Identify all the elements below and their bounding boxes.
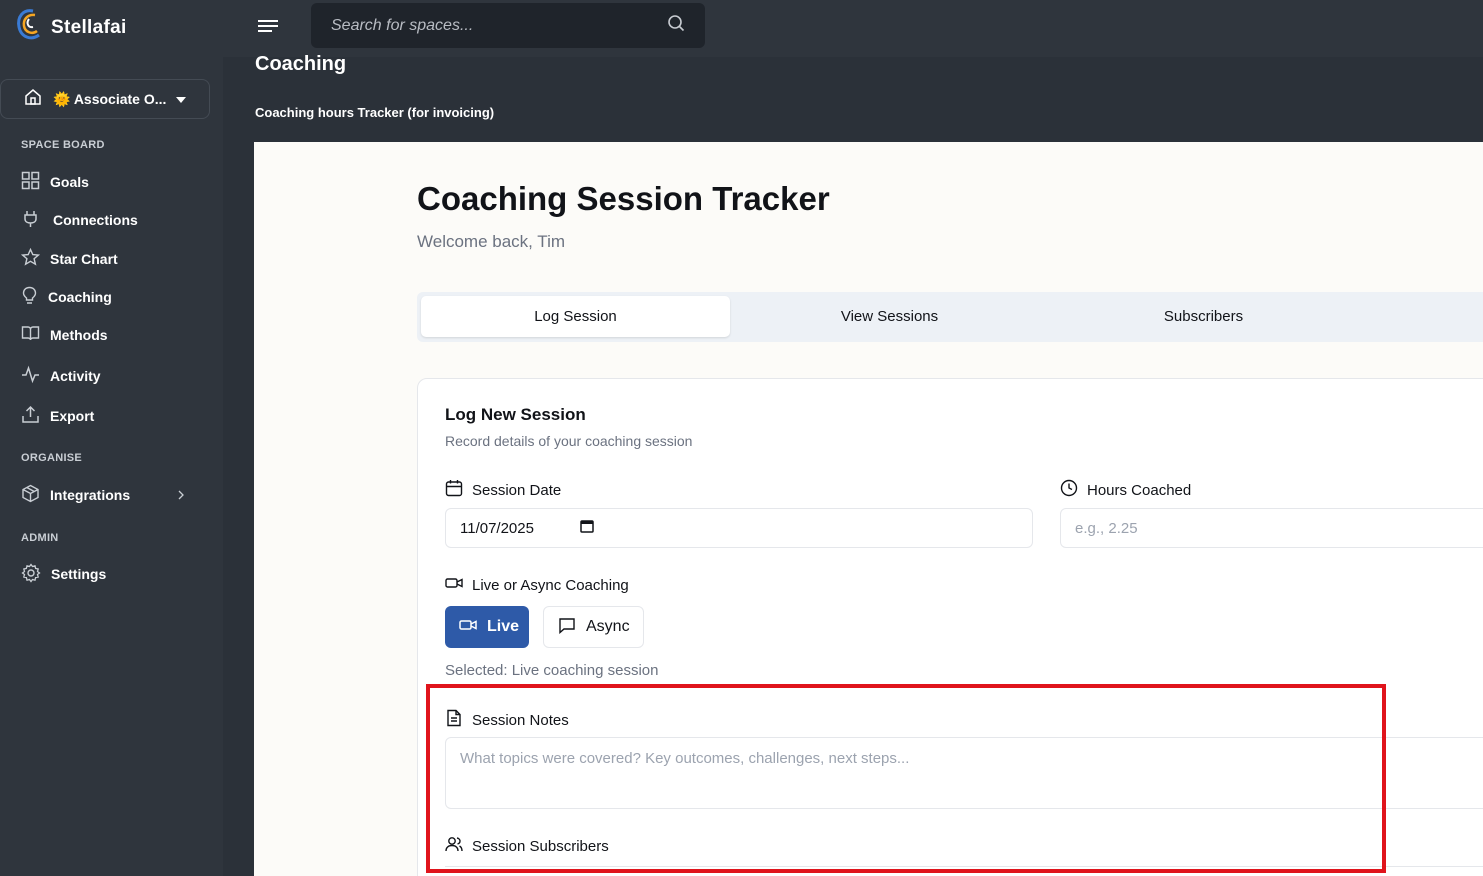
calendar-picker-icon[interactable]	[580, 519, 594, 537]
caret-down-icon	[176, 90, 187, 108]
sidebar-item-activity[interactable]: Activity	[21, 364, 201, 388]
clock-icon	[1060, 479, 1078, 501]
home-icon	[23, 87, 43, 112]
chevron-right-icon	[178, 487, 184, 503]
sidebar-item-label: Connections	[53, 212, 138, 228]
gear-icon	[21, 562, 41, 586]
section-label-organise: ORGANISE	[21, 452, 83, 464]
session-subscribers-label-text: Session Subscribers	[472, 837, 609, 855]
subscribers-divider	[445, 866, 1483, 867]
plug-icon	[21, 209, 40, 231]
session-date-value: 11/07/2025	[460, 519, 534, 537]
selected-mode-text: Selected: Live coaching session	[445, 662, 659, 679]
app-logo[interactable]: Stellafai	[15, 5, 127, 50]
sidebar-item-connections[interactable]: Connections	[21, 208, 201, 232]
session-date-label: Session Date	[445, 479, 561, 501]
activity-icon	[21, 365, 40, 387]
section-label-admin: ADMIN	[21, 532, 59, 544]
hours-coached-label-text: Hours Coached	[1087, 481, 1192, 499]
log-session-card: Log New Session Record details of your c…	[417, 378, 1483, 876]
page-header: Coaching Coaching hours Tracker (for inv…	[223, 53, 1483, 142]
search-bar	[311, 3, 705, 48]
live-button-label: Live	[487, 618, 520, 635]
message-icon	[558, 616, 576, 639]
sidebar-item-label: Star Chart	[50, 251, 118, 267]
tab-view-sessions[interactable]: View Sessions	[735, 296, 1044, 337]
star-icon	[20, 247, 41, 270]
welcome-message: Welcome back, Tim	[417, 232, 566, 251]
space-name: Associate O...	[73, 90, 167, 107]
tab-log-session[interactable]: Log Session	[421, 296, 730, 337]
video-icon	[445, 574, 463, 596]
live-button[interactable]: Live	[445, 606, 529, 648]
mode-label: Live or Async Coaching	[445, 574, 629, 596]
grid-icon	[21, 171, 40, 193]
session-date-label-text: Session Date	[472, 481, 562, 499]
sidebar-item-settings[interactable]: Settings	[21, 562, 201, 586]
hours-coached-label: Hours Coached	[1060, 479, 1191, 501]
lightbulb-icon	[21, 286, 38, 308]
session-notes-textarea[interactable]: What topics were covered? Key outcomes, …	[445, 737, 1483, 809]
async-button-label: Async	[586, 618, 630, 635]
mode-label-text: Live or Async Coaching	[472, 576, 629, 594]
space-selector[interactable]: 🌞 Associate O...	[0, 79, 210, 119]
video-icon	[459, 616, 477, 639]
sidebar-item-star-chart[interactable]: Star Chart	[20, 247, 201, 271]
section-label-space-board: SPACE BOARD	[21, 139, 105, 151]
calendar-icon	[445, 479, 463, 501]
sidebar-item-integrations[interactable]: Integrations	[21, 483, 201, 507]
sidebar-item-label: Coaching	[48, 289, 112, 305]
page-subtitle: Coaching hours Tracker (for invoicing)	[255, 105, 495, 120]
tracker-title: Coaching Session Tracker	[417, 180, 830, 217]
session-notes-label-text: Session Notes	[472, 711, 569, 729]
sidebar-item-label: Export	[50, 408, 95, 424]
sun-emoji: 🌞	[53, 90, 71, 107]
search-icon[interactable]	[667, 14, 685, 37]
search-input[interactable]	[331, 16, 667, 35]
box-icon	[21, 484, 40, 506]
sidebar-item-label: Methods	[50, 327, 108, 343]
sidebar-item-coaching[interactable]: Coaching	[21, 285, 201, 309]
stellafai-logo-icon	[15, 5, 45, 50]
app-name: Stellafai	[51, 16, 127, 38]
menu-toggle-icon[interactable]	[256, 17, 280, 35]
sidebar-item-label: Settings	[51, 566, 107, 582]
upload-icon	[21, 405, 40, 427]
sidebar-item-label: Integrations	[50, 487, 131, 503]
tracker-panel: Coaching Session Tracker Welcome back, T…	[254, 142, 1483, 876]
sidebar-item-goals[interactable]: Goals	[21, 170, 201, 194]
users-icon	[445, 835, 463, 857]
hours-coached-input[interactable]: e.g., 2.25	[1060, 508, 1483, 548]
space-selector-label: 🌞 Associate O...	[53, 91, 166, 108]
session-subscribers-label: Session Subscribers	[445, 835, 609, 857]
sidebar-item-label: Activity	[50, 368, 101, 384]
book-icon	[21, 324, 40, 346]
sidebar: 🌞 Associate O... SPACE BOARD Goals Conne…	[0, 57, 223, 876]
form-description: Record details of your coaching session	[445, 433, 693, 449]
sidebar-item-label: Goals	[50, 174, 89, 190]
form-title: Log New Session	[445, 405, 586, 424]
session-date-input[interactable]: 11/07/2025	[445, 508, 1033, 548]
tab-subscribers[interactable]: Subscribers	[1049, 296, 1358, 337]
async-button[interactable]: Async	[543, 606, 644, 648]
document-icon	[445, 709, 463, 731]
page-title: Coaching	[255, 53, 347, 75]
sidebar-item-export[interactable]: Export	[21, 404, 201, 428]
top-bar: Stellafai	[0, 0, 1483, 57]
tracker-tabs: Log Session View Sessions Subscribers	[417, 292, 1483, 342]
sidebar-item-methods[interactable]: Methods	[21, 323, 201, 347]
session-notes-label: Session Notes	[445, 709, 569, 731]
